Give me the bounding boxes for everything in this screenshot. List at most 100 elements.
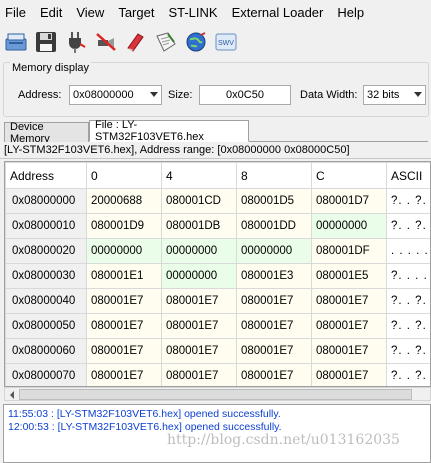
erase-icon[interactable] (122, 27, 150, 57)
memory-cell[interactable]: 080001E1 (86, 263, 162, 289)
table-row: 0x08000050 080001E7 080001E7 080001E7 080001… (5, 313, 430, 339)
memory-cell[interactable]: 00000000 (311, 213, 387, 239)
disconnect-icon[interactable] (92, 27, 120, 57)
memory-grid[interactable]: Address 0 4 8 C ASCII 0x08000000 20000688… (4, 161, 431, 387)
memory-cell[interactable]: 080001E7 (161, 338, 237, 364)
log-line: 11:55:03 : [LY-STM32F103VET6.hex] opened… (8, 408, 281, 420)
row-address: 0x08000030 (5, 263, 87, 289)
data-width-value: 32 bits (367, 89, 400, 101)
size-value: 0x0C50 (226, 89, 264, 101)
memory-cell[interactable]: 080001D9 (86, 213, 162, 239)
memory-cell[interactable]: 080001E7 (86, 288, 162, 314)
address-range-info: [LY-STM32F103VET6.hex], Address range: [… (0, 142, 431, 159)
memory-cell[interactable]: 080001CD (161, 188, 237, 214)
data-width-label: Data Width: (300, 89, 358, 101)
globe-icon[interactable] (182, 27, 210, 57)
address-combo[interactable]: 0x08000000 (69, 85, 162, 105)
chevron-down-icon[interactable] (150, 92, 158, 97)
memory-table: Address 0 4 8 C ASCII 0x08000000 20000688… (5, 162, 430, 386)
row-address: 0x08000070 (5, 363, 87, 386)
memory-cell[interactable]: 00000000 (161, 238, 237, 264)
horizontal-scrollbar[interactable] (4, 387, 431, 401)
row-address: 0x08000020 (5, 238, 87, 264)
memory-cell[interactable]: 080001E7 (311, 338, 387, 364)
svg-text:SWV: SWV (218, 40, 234, 47)
toolbar: SWV (0, 24, 431, 60)
table-row: 0x08000070 080001E7 080001E7 080001E7 080001… (5, 363, 430, 386)
ascii-cell: ?. . ?. . . (386, 338, 430, 364)
memory-table-body: 0x08000000 20000688 080001CD 080001D5 080001… (5, 188, 430, 386)
memory-cell[interactable]: 080001E7 (86, 338, 162, 364)
memory-cell[interactable]: 080001E7 (236, 288, 312, 314)
menu-edit[interactable]: Edit (39, 3, 63, 22)
memory-cell[interactable]: 080001E7 (161, 313, 237, 339)
table-row: 0x08000040 080001E7 080001E7 080001E7 080001… (5, 288, 430, 314)
table-row: 0x08000060 080001E7 080001E7 080001E7 080001… (5, 338, 430, 364)
table-row: 0x08000000 20000688 080001CD 080001D5 080001… (5, 188, 430, 214)
tab-file-hex-label: File : LY-STM32F103VET6.hex (95, 119, 204, 143)
row-address: 0x08000010 (5, 213, 87, 239)
column-header-4[interactable]: 4 (161, 162, 237, 189)
menu-file[interactable]: File (4, 3, 27, 22)
menu-target[interactable]: Target (117, 3, 155, 22)
memory-cell[interactable]: 080001D5 (236, 188, 312, 214)
row-address: 0x08000060 (5, 338, 87, 364)
memory-cell[interactable]: 080001DB (161, 213, 237, 239)
swv-icon[interactable]: SWV (212, 27, 240, 57)
address-value: 0x08000000 (73, 89, 134, 101)
scroll-left-icon[interactable] (6, 389, 18, 400)
memory-cell[interactable]: 00000000 (161, 263, 237, 289)
address-range-text: [LY-STM32F103VET6.hex], Address range: [… (4, 144, 350, 156)
menu-st-link[interactable]: ST-LINK (167, 3, 218, 22)
ascii-cell: ?. . . . . . (386, 263, 430, 289)
memory-cell[interactable]: 080001E7 (311, 313, 387, 339)
chevron-down-icon[interactable] (414, 92, 422, 97)
table-row: 0x08000010 080001D9 080001DB 080001DD 000000… (5, 213, 430, 239)
data-width-combo[interactable]: 32 bits (363, 85, 426, 105)
ascii-cell: ?. . ?. . . (386, 213, 430, 239)
column-header-address[interactable]: Address (5, 162, 87, 189)
tab-file-hex[interactable]: File : LY-STM32F103VET6.hex (89, 119, 249, 143)
memory-cell[interactable]: 080001E7 (236, 313, 312, 339)
ascii-cell: ?. . ?. . . (386, 188, 430, 214)
memory-cell[interactable]: 080001E7 (311, 363, 387, 386)
menu-bar: File Edit View Target ST-LINK External L… (0, 0, 431, 24)
size-field[interactable]: 0x0C50 (199, 85, 291, 105)
address-label: Address: (18, 89, 62, 101)
memory-cell[interactable]: 080001E7 (236, 363, 312, 386)
memory-cell[interactable]: 080001E3 (236, 263, 312, 289)
memory-cell[interactable]: 20000688 (86, 188, 162, 214)
table-row: 0x08000020 00000000 00000000 00000000 080001… (5, 238, 430, 264)
table-row: 0x08000030 080001E1 00000000 080001E3 080001… (5, 263, 430, 289)
memory-cell[interactable]: 080001DF (311, 238, 387, 264)
memory-cell[interactable]: 080001E7 (311, 288, 387, 314)
tab-device-memory[interactable]: Device Memory (4, 121, 89, 145)
watermark: http://blog.csdn.net/u013162035 (167, 432, 400, 448)
save-icon[interactable] (32, 27, 60, 57)
column-header-ascii[interactable]: ASCII (386, 162, 430, 189)
memory-cell[interactable]: 080001E5 (311, 263, 387, 289)
ascii-cell: ?. . ?. . . (386, 288, 430, 314)
memory-cell[interactable]: 080001DD (236, 213, 312, 239)
menu-help[interactable]: Help (336, 3, 365, 22)
plug-icon[interactable] (62, 27, 90, 57)
program-icon[interactable] (152, 27, 180, 57)
memory-cell[interactable]: 00000000 (236, 238, 312, 264)
memory-cell[interactable]: 00000000 (86, 238, 162, 264)
memory-cell[interactable]: 080001D7 (311, 188, 387, 214)
memory-cell[interactable]: 080001E7 (161, 288, 237, 314)
column-header-8[interactable]: 8 (236, 162, 312, 189)
connect-icon[interactable] (2, 27, 30, 57)
menu-view[interactable]: View (75, 3, 105, 22)
ascii-cell: . . . . . . . (386, 238, 430, 264)
column-header-0[interactable]: 0 (86, 162, 162, 189)
scrollbar-thumb[interactable] (19, 389, 412, 400)
column-header-c[interactable]: C (311, 162, 387, 189)
memory-cell[interactable]: 080001E7 (236, 338, 312, 364)
memory-cell[interactable]: 080001E7 (86, 363, 162, 386)
size-label: Size: (168, 89, 193, 101)
memory-cell[interactable]: 080001E7 (161, 363, 237, 386)
menu-external-loader[interactable]: External Loader (231, 3, 325, 22)
memory-cell[interactable]: 080001E7 (86, 313, 162, 339)
ascii-cell: ?. . ?. . . (386, 363, 430, 386)
